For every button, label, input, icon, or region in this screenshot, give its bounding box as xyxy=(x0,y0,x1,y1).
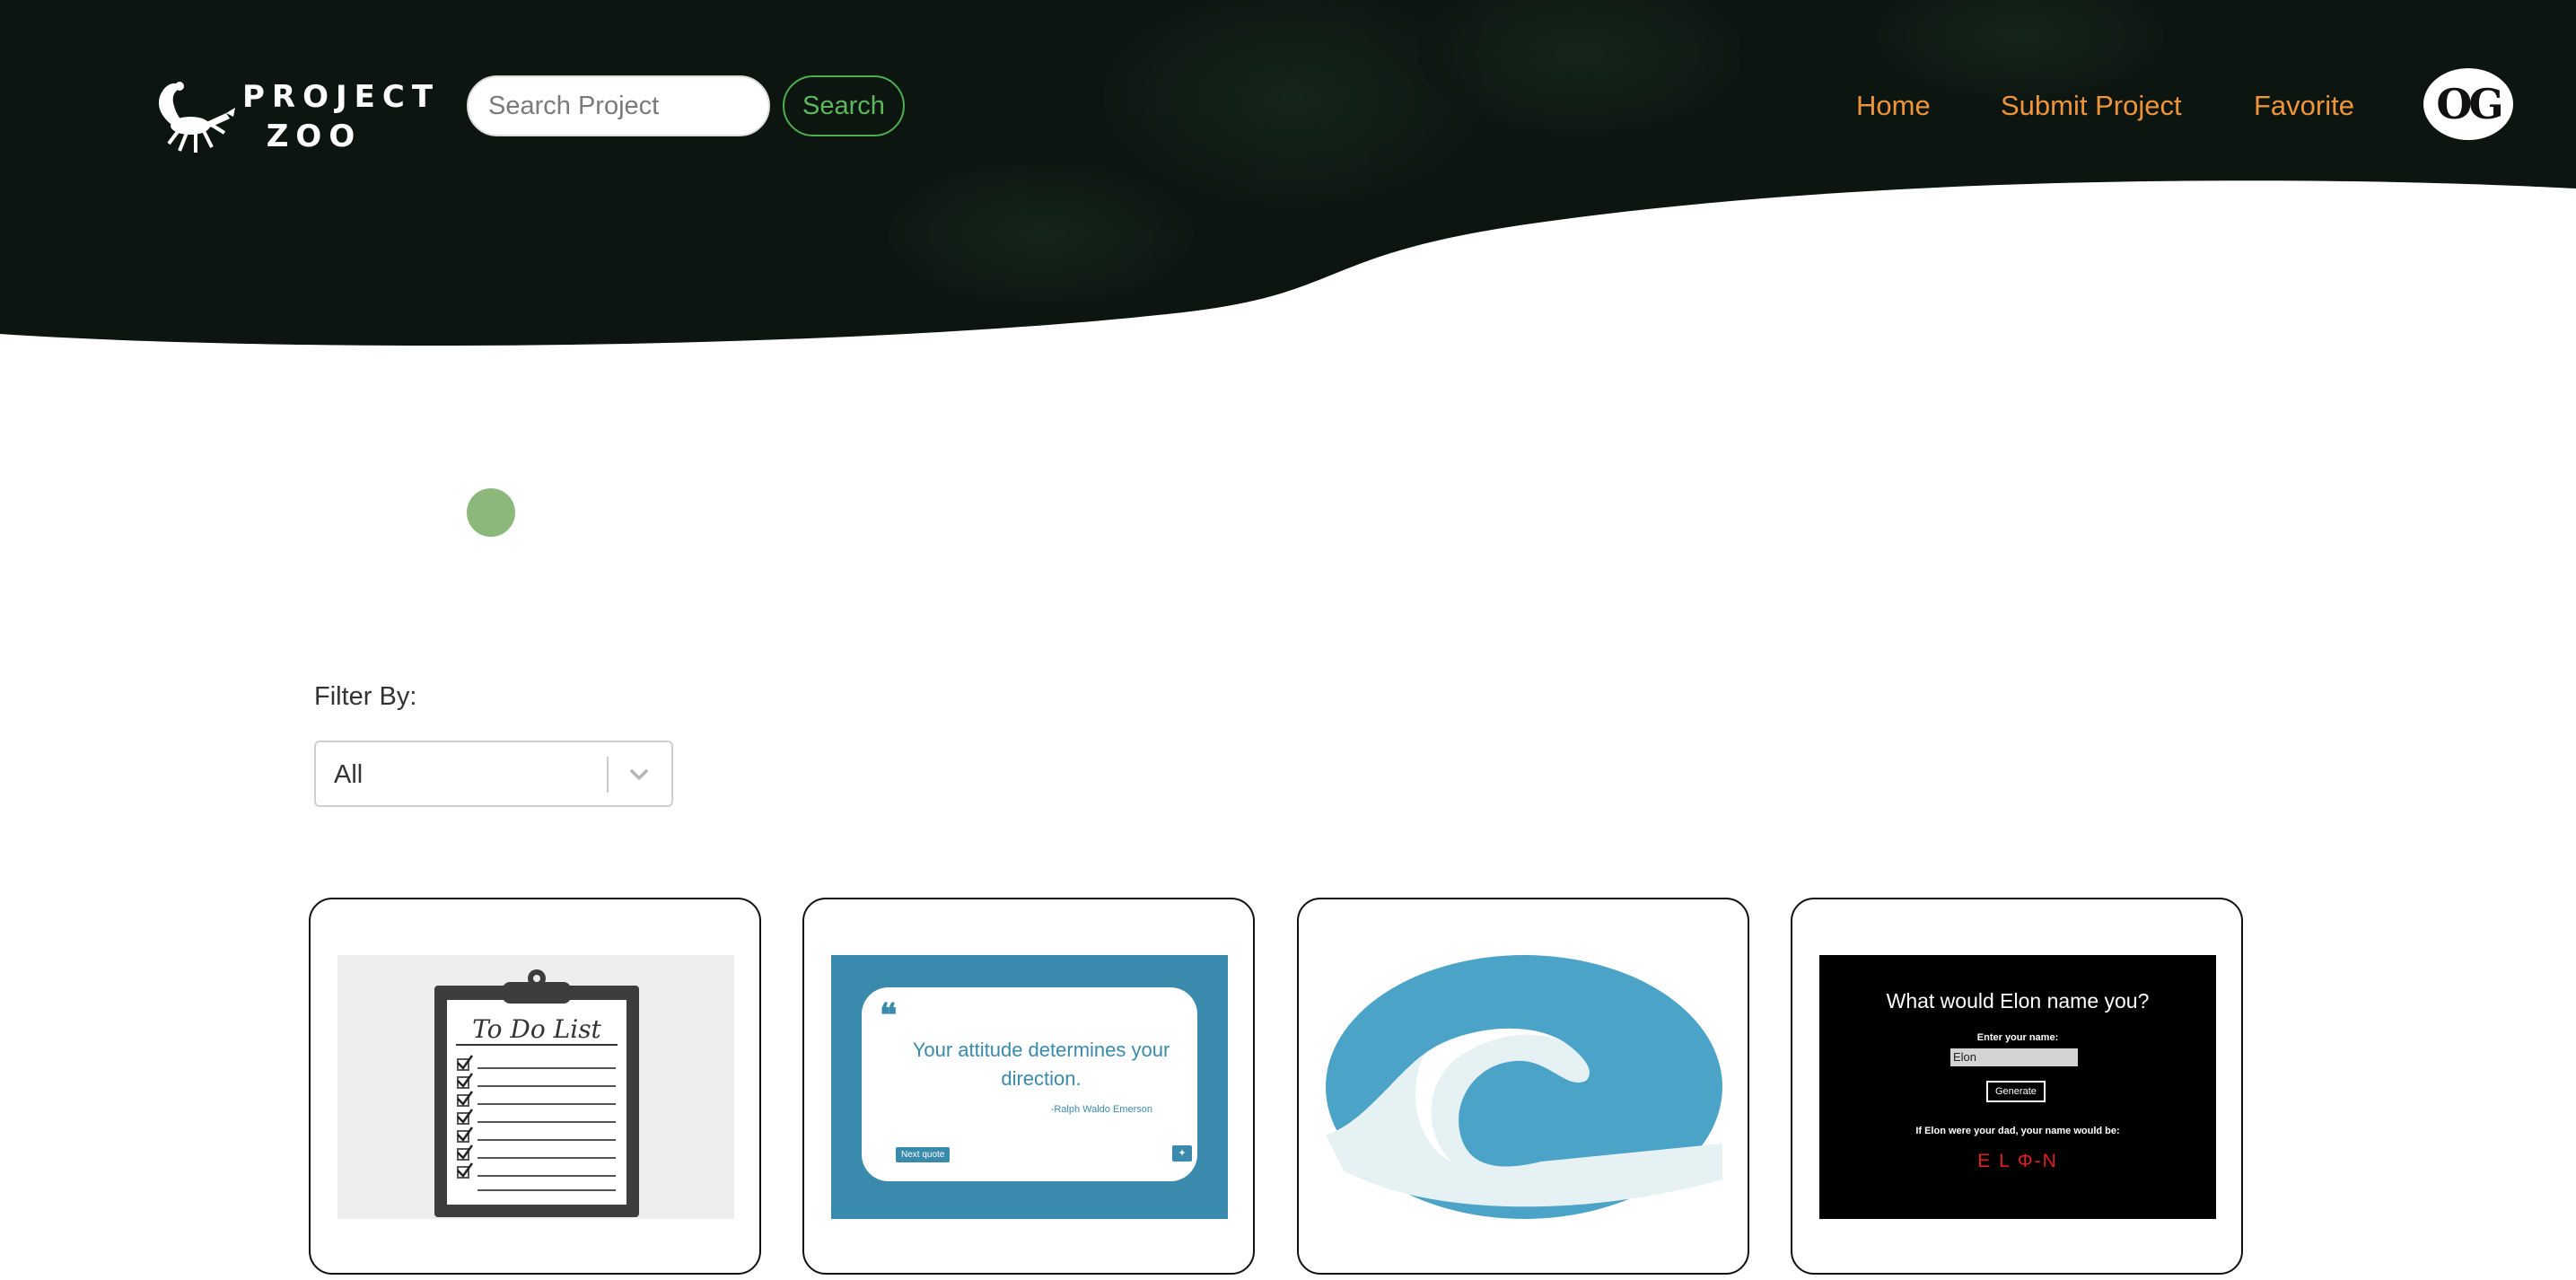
c-logo-icon xyxy=(1326,955,1722,1219)
todo-title: To Do List xyxy=(472,1014,601,1044)
project-card[interactable]: What would Elon name you? Enter your nam… xyxy=(1791,898,2243,1275)
project-card[interactable]: To Do List xyxy=(309,898,761,1275)
scorpion-icon xyxy=(158,82,235,153)
filter-label: Filter By: xyxy=(314,682,417,711)
elon-result: E L Φ-N xyxy=(1977,1151,2058,1171)
search-input[interactable] xyxy=(467,75,770,136)
brand-line-1: PROJECT xyxy=(242,79,441,115)
select-separator xyxy=(607,757,609,793)
hero-header xyxy=(0,0,2576,359)
hero-background xyxy=(0,0,2576,346)
brand-wordmark: PROJECT ZOO xyxy=(242,77,441,156)
quote-text: Your attitude determines your direction. xyxy=(912,1039,1170,1090)
project-thumbnail xyxy=(1326,955,1722,1219)
twitter-icon: ✦ xyxy=(1172,1145,1192,1162)
nav-submit-project-link[interactable]: Submit Project xyxy=(2001,90,2182,122)
search-button[interactable]: Search xyxy=(783,75,905,136)
clipboard-icon: To Do List xyxy=(434,969,639,1217)
filter-select[interactable]: All xyxy=(314,741,673,807)
project-thumbnail: ❝ Your attitude determines your directio… xyxy=(831,955,1228,1219)
elon-result-label: If Elon were your dad, your name would b… xyxy=(1915,1126,2120,1136)
avatar-initials: OG xyxy=(2436,80,2503,128)
project-card[interactable] xyxy=(1297,898,1749,1275)
elon-prompt: Enter your name: xyxy=(1976,1032,2059,1043)
elon-name-input: Elon xyxy=(1950,1048,2078,1066)
chevron-down-icon[interactable] xyxy=(623,758,655,791)
quote-author: -Ralph Waldo Emerson xyxy=(1050,1104,1152,1115)
quote-box: ❝ Your attitude determines your directio… xyxy=(862,987,1197,1181)
elon-heading: What would Elon name you? xyxy=(1886,989,2150,1013)
nav-home-link[interactable]: Home xyxy=(1856,90,1931,122)
brand-line-2: ZOO xyxy=(266,118,363,154)
user-avatar[interactable]: OG xyxy=(2423,68,2513,140)
quote-mark-icon: ❝ xyxy=(880,996,898,1034)
generate-button: Generate xyxy=(1986,1081,2046,1102)
next-quote-button: Next quote xyxy=(896,1147,951,1162)
project-thumbnail: To Do List xyxy=(337,955,734,1219)
filter-selected-value: All xyxy=(334,760,364,789)
brand-logo[interactable]: PROJECT ZOO xyxy=(144,70,441,160)
loading-indicator xyxy=(467,488,515,537)
project-thumbnail: What would Elon name you? Enter your nam… xyxy=(1819,955,2216,1219)
project-card[interactable]: ❝ Your attitude determines your directio… xyxy=(802,898,1255,1275)
nav-favorite-link[interactable]: Favorite xyxy=(2254,90,2354,122)
